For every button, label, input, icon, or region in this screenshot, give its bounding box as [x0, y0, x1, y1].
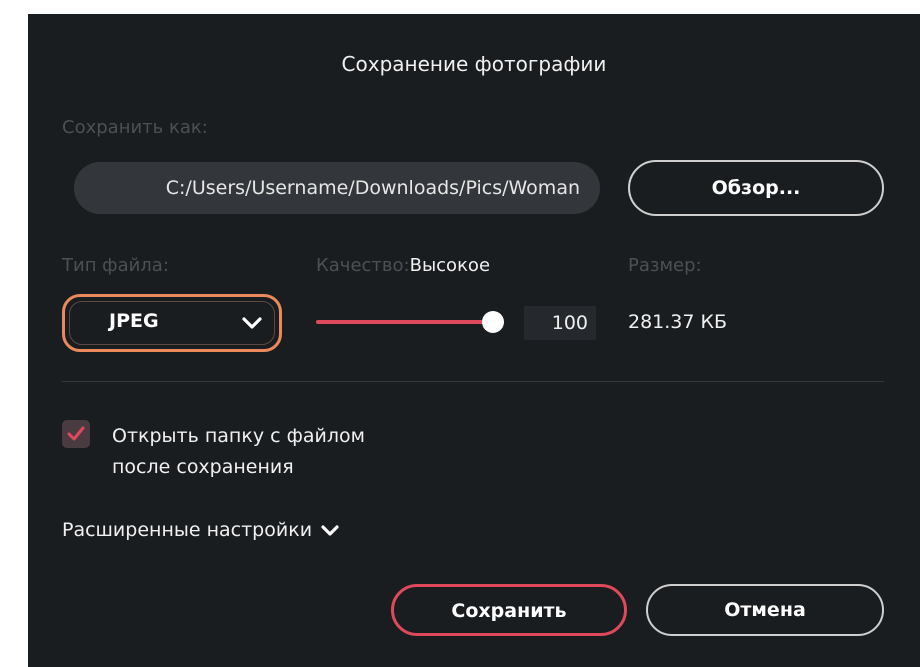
- quality-slider-thumb[interactable]: [482, 311, 504, 333]
- advanced-settings-toggle[interactable]: Расширенные настройки: [62, 519, 340, 541]
- open-folder-label-line1: Открыть папку с файлом: [112, 425, 365, 447]
- file-type-select[interactable]: JPEG: [62, 294, 282, 352]
- quality-value-input[interactable]: 100: [524, 306, 596, 340]
- open-folder-checkbox[interactable]: [62, 420, 90, 448]
- quality-label: Качество:: [316, 255, 410, 276]
- quality-label-group: Качество:Высокое: [316, 255, 490, 276]
- save-button[interactable]: Сохранить: [391, 584, 627, 636]
- chevron-down-icon: [242, 317, 262, 329]
- quality-level-text: Высокое: [409, 255, 491, 276]
- size-label: Размер:: [628, 255, 702, 276]
- path-field[interactable]: [74, 162, 600, 214]
- divider: [62, 381, 884, 382]
- save-as-label: Сохранить как:: [62, 117, 208, 138]
- browse-button[interactable]: Обзор...: [628, 160, 884, 216]
- file-size-value: 281.37 КБ: [628, 311, 728, 333]
- save-photo-dialog: Сохранение фотографии Сохранить как: Обз…: [28, 14, 920, 667]
- chevron-down-icon: [321, 524, 339, 536]
- path-input[interactable]: [74, 162, 580, 214]
- dialog-title: Сохранение фотографии: [341, 52, 607, 76]
- open-folder-label-line2: после сохранения: [112, 456, 294, 478]
- advanced-settings-label: Расширенные настройки: [62, 519, 313, 541]
- checkmark-icon: [67, 426, 85, 441]
- quality-slider-track[interactable]: [316, 320, 496, 324]
- file-type-value: JPEG: [109, 310, 159, 332]
- file-type-label: Тип файла:: [62, 255, 169, 276]
- open-folder-label[interactable]: Открыть папку с файлом после сохранения: [112, 421, 365, 483]
- cancel-button[interactable]: Отмена: [646, 584, 884, 636]
